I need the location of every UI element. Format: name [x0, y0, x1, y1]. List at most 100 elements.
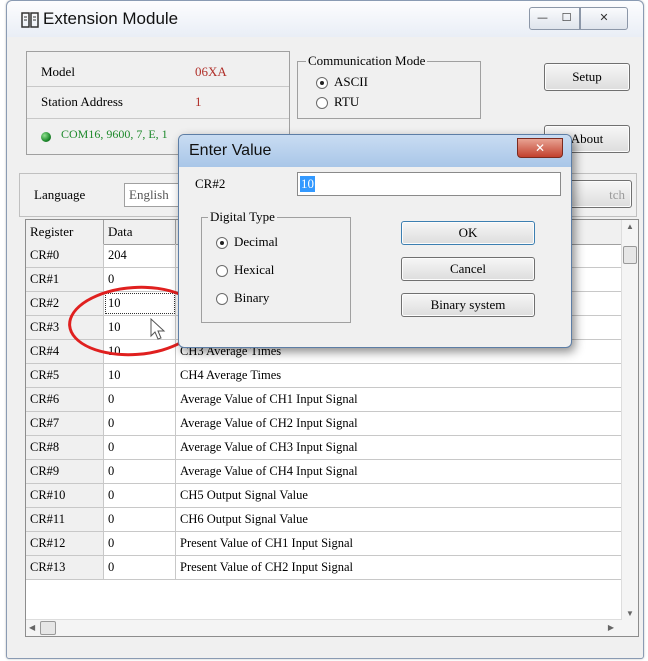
radio-rtu[interactable]: RTU [316, 94, 359, 110]
data-cell[interactable]: 10 [104, 364, 176, 387]
language-label: Language [34, 187, 86, 202]
register-cell: CR#1 [26, 268, 104, 291]
window-title: Extension Module [43, 9, 179, 28]
radio-unselected-icon [216, 265, 228, 278]
digital-type-group: Digital Type Decimal Hexical Binary [201, 209, 351, 323]
radio-hexical-label: Hexical [234, 262, 275, 277]
minimize-button[interactable]: — [529, 7, 556, 30]
data-cell[interactable]: 0 [104, 388, 176, 411]
table-row[interactable]: CR#13 0 Present Value of CH2 Input Signal [26, 556, 626, 580]
close-button[interactable]: ✕ [580, 7, 628, 30]
register-field-label: CR#2 [195, 176, 226, 191]
title-bar[interactable]: Extension Module — ☐ ✕ [7, 1, 643, 37]
register-cell: CR#8 [26, 436, 104, 459]
register-cell: CR#12 [26, 532, 104, 555]
radio-selected-icon [316, 77, 328, 90]
radio-binary[interactable]: Binary [216, 290, 269, 306]
horizontal-scrollbar[interactable]: ◀ ▶ [26, 619, 622, 636]
app-icon [21, 12, 39, 28]
maximize-button[interactable]: ☐ [554, 7, 580, 30]
enter-value-dialog: Enter Value ✕ CR#2 10 Digital Type Decim… [178, 134, 572, 348]
scroll-down-icon[interactable]: ▼ [626, 609, 634, 618]
binary-system-button[interactable]: Binary system [401, 293, 535, 317]
scroll-right-icon[interactable]: ▶ [608, 623, 614, 632]
register-cell: CR#10 [26, 484, 104, 507]
connection-status: COM16, 9600, 7, E, 1 [61, 127, 168, 141]
hscroll-thumb[interactable] [40, 621, 56, 635]
data-cell[interactable]: 0 [104, 532, 176, 555]
col-register[interactable]: Register [26, 220, 104, 244]
radio-decimal-label: Decimal [234, 234, 279, 249]
description-cell: Average Value of CH4 Input Signal [176, 460, 626, 483]
scroll-thumb[interactable] [623, 246, 637, 264]
data-cell[interactable]: 0 [104, 436, 176, 459]
language-select[interactable]: English [124, 183, 186, 207]
dialog-close-button[interactable]: ✕ [517, 138, 563, 158]
cancel-button[interactable]: Cancel [401, 257, 535, 281]
table-row[interactable]: CR#10 0 CH5 Output Signal Value [26, 484, 626, 508]
description-cell: CH5 Output Signal Value [176, 484, 626, 507]
description-cell: Average Value of CH2 Input Signal [176, 412, 626, 435]
register-cell: CR#11 [26, 508, 104, 531]
minimize-icon: — [537, 11, 548, 24]
setup-button[interactable]: Setup [544, 63, 630, 91]
cancel-button-label: Cancel [449, 261, 487, 276]
divider [27, 118, 289, 119]
data-cell[interactable]: 0 [104, 412, 176, 435]
about-button-label: About [570, 131, 604, 146]
data-cell[interactable]: 204 [104, 244, 176, 267]
dialog-title: Enter Value [189, 142, 272, 159]
description-cell: Present Value of CH2 Input Signal [176, 556, 626, 579]
communication-mode-group: Communication Mode ASCII RTU [297, 53, 481, 119]
radio-rtu-label: RTU [334, 94, 360, 109]
value-input-text: 10 [300, 176, 315, 192]
close-icon: ✕ [599, 11, 609, 24]
description-cell: CH6 Output Signal Value [176, 508, 626, 531]
table-row[interactable]: CR#6 0 Average Value of CH1 Input Signal [26, 388, 626, 412]
radio-decimal[interactable]: Decimal [216, 234, 278, 250]
scroll-left-icon[interactable]: ◀ [29, 623, 35, 632]
communication-mode-legend: Communication Mode [306, 53, 428, 69]
radio-selected-icon [216, 237, 228, 250]
ok-button-label: OK [458, 225, 478, 240]
dialog-body: CR#2 10 Digital Type Decimal Hexical Bin… [183, 167, 567, 343]
setup-button-label: Setup [572, 69, 602, 84]
data-cell[interactable]: 0 [104, 508, 176, 531]
dialog-title-bar[interactable]: Enter Value ✕ [179, 135, 571, 167]
ok-button[interactable]: OK [401, 221, 535, 245]
table-row[interactable]: CR#9 0 Average Value of CH4 Input Signal [26, 460, 626, 484]
station-address-value: 1 [195, 94, 202, 109]
radio-hexical[interactable]: Hexical [216, 262, 274, 278]
scroll-up-icon[interactable]: ▲ [626, 222, 634, 231]
register-cell: CR#13 [26, 556, 104, 579]
description-cell: Average Value of CH3 Input Signal [176, 436, 626, 459]
radio-ascii[interactable]: ASCII [316, 74, 368, 90]
data-cell[interactable]: 0 [104, 556, 176, 579]
col-data[interactable]: Data [104, 220, 176, 244]
binary-system-button-label: Binary system [430, 297, 506, 312]
table-row[interactable]: CR#12 0 Present Value of CH1 Input Signal [26, 532, 626, 556]
model-label: Model [41, 64, 75, 79]
mouse-cursor-icon [150, 318, 166, 340]
table-row[interactable]: CR#8 0 Average Value of CH3 Input Signal [26, 436, 626, 460]
table-row[interactable]: CR#7 0 Average Value of CH2 Input Signal [26, 412, 626, 436]
status-led-icon [41, 132, 51, 142]
description-cell: Present Value of CH1 Input Signal [176, 532, 626, 555]
digital-type-legend: Digital Type [208, 209, 277, 225]
value-input[interactable]: 10 [297, 172, 561, 196]
table-row[interactable]: CR#5 10 CH4 Average Times [26, 364, 626, 388]
radio-ascii-label: ASCII [334, 74, 368, 89]
data-cell[interactable]: 0 [104, 484, 176, 507]
data-cell[interactable]: 0 [104, 460, 176, 483]
description-cell: Average Value of CH1 Input Signal [176, 388, 626, 411]
maximize-icon: ☐ [561, 11, 572, 24]
vertical-scrollbar[interactable]: ▲ ▼ [621, 220, 638, 636]
register-cell: CR#7 [26, 412, 104, 435]
table-row[interactable]: CR#11 0 CH6 Output Signal Value [26, 508, 626, 532]
description-cell: CH4 Average Times [176, 364, 626, 387]
model-value: 06XA [195, 64, 227, 79]
radio-unselected-icon [216, 293, 228, 306]
register-cell: CR#6 [26, 388, 104, 411]
register-cell: CR#5 [26, 364, 104, 387]
divider [27, 86, 289, 87]
